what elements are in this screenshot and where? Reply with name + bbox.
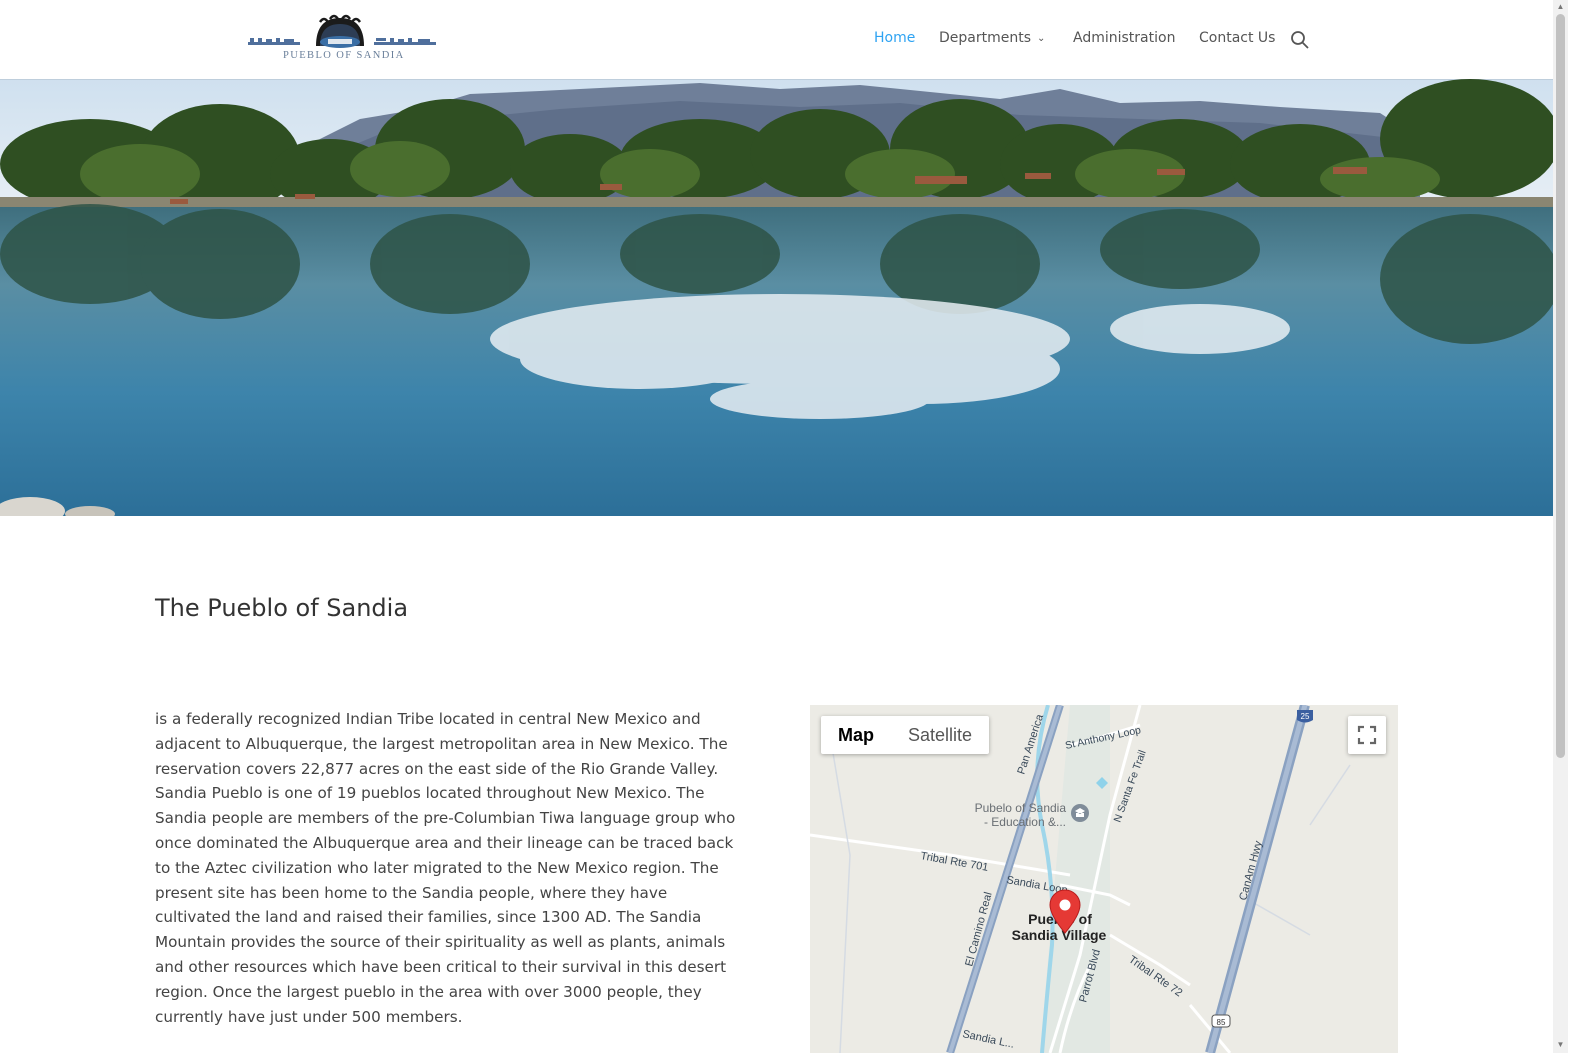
- nav-departments[interactable]: Departments ⌄: [939, 30, 1045, 46]
- label-village-line2: Sandia Village: [1012, 927, 1107, 943]
- map-type-toggle: Map Satellite: [821, 716, 990, 754]
- map-type-map-button[interactable]: Map: [821, 716, 891, 754]
- page-title: The Pueblo of Sandia: [155, 594, 409, 622]
- map-canvas[interactable]: 25 85 Pan America St Anthony Loop N Sant…: [810, 705, 1398, 1053]
- nav-departments-label: Departments: [939, 30, 1032, 46]
- scroll-thumb[interactable]: [1556, 14, 1565, 758]
- map-type-satellite-button[interactable]: Satellite: [891, 716, 989, 754]
- hero-image: [0, 79, 1553, 516]
- logo-text: PUEBLO OF SANDIA: [283, 50, 405, 61]
- logo-emblem-icon: [248, 14, 436, 48]
- fullscreen-icon: [1357, 725, 1377, 745]
- scroll-down-icon[interactable]: ▼: [1556, 1040, 1565, 1050]
- search-icon[interactable]: [1290, 30, 1310, 50]
- nav-contact-us[interactable]: Contact Us: [1199, 30, 1275, 46]
- embedded-map[interactable]: 25 85 Pan America St Anthony Loop N Sant…: [810, 705, 1398, 1053]
- pueblo-logo[interactable]: PUEBLO OF SANDIA: [246, 14, 440, 64]
- chevron-down-icon: ⌄: [1037, 33, 1046, 44]
- svg-text:85: 85: [1217, 1018, 1226, 1027]
- interstate-shield-25: 25: [1297, 710, 1313, 723]
- us-shield-85: 85: [1211, 1014, 1231, 1028]
- scroll-up-icon[interactable]: ▲: [1556, 2, 1565, 12]
- nav-home[interactable]: Home: [874, 30, 915, 46]
- svg-text:25: 25: [1301, 712, 1310, 721]
- page-scrollbar[interactable]: ▲ ▼: [1553, 0, 1568, 1053]
- label-school-line1: Pubelo of Sandia: [975, 801, 1067, 815]
- label-school-line2: - Education &...: [984, 815, 1066, 829]
- fullscreen-button[interactable]: [1348, 716, 1386, 754]
- intro-paragraph: is a federally recognized Indian Tribe l…: [155, 710, 736, 1026]
- nav-administration[interactable]: Administration: [1073, 30, 1175, 46]
- site-header: PUEBLO OF SANDIA Home Departments ⌄ Admin…: [0, 0, 1553, 79]
